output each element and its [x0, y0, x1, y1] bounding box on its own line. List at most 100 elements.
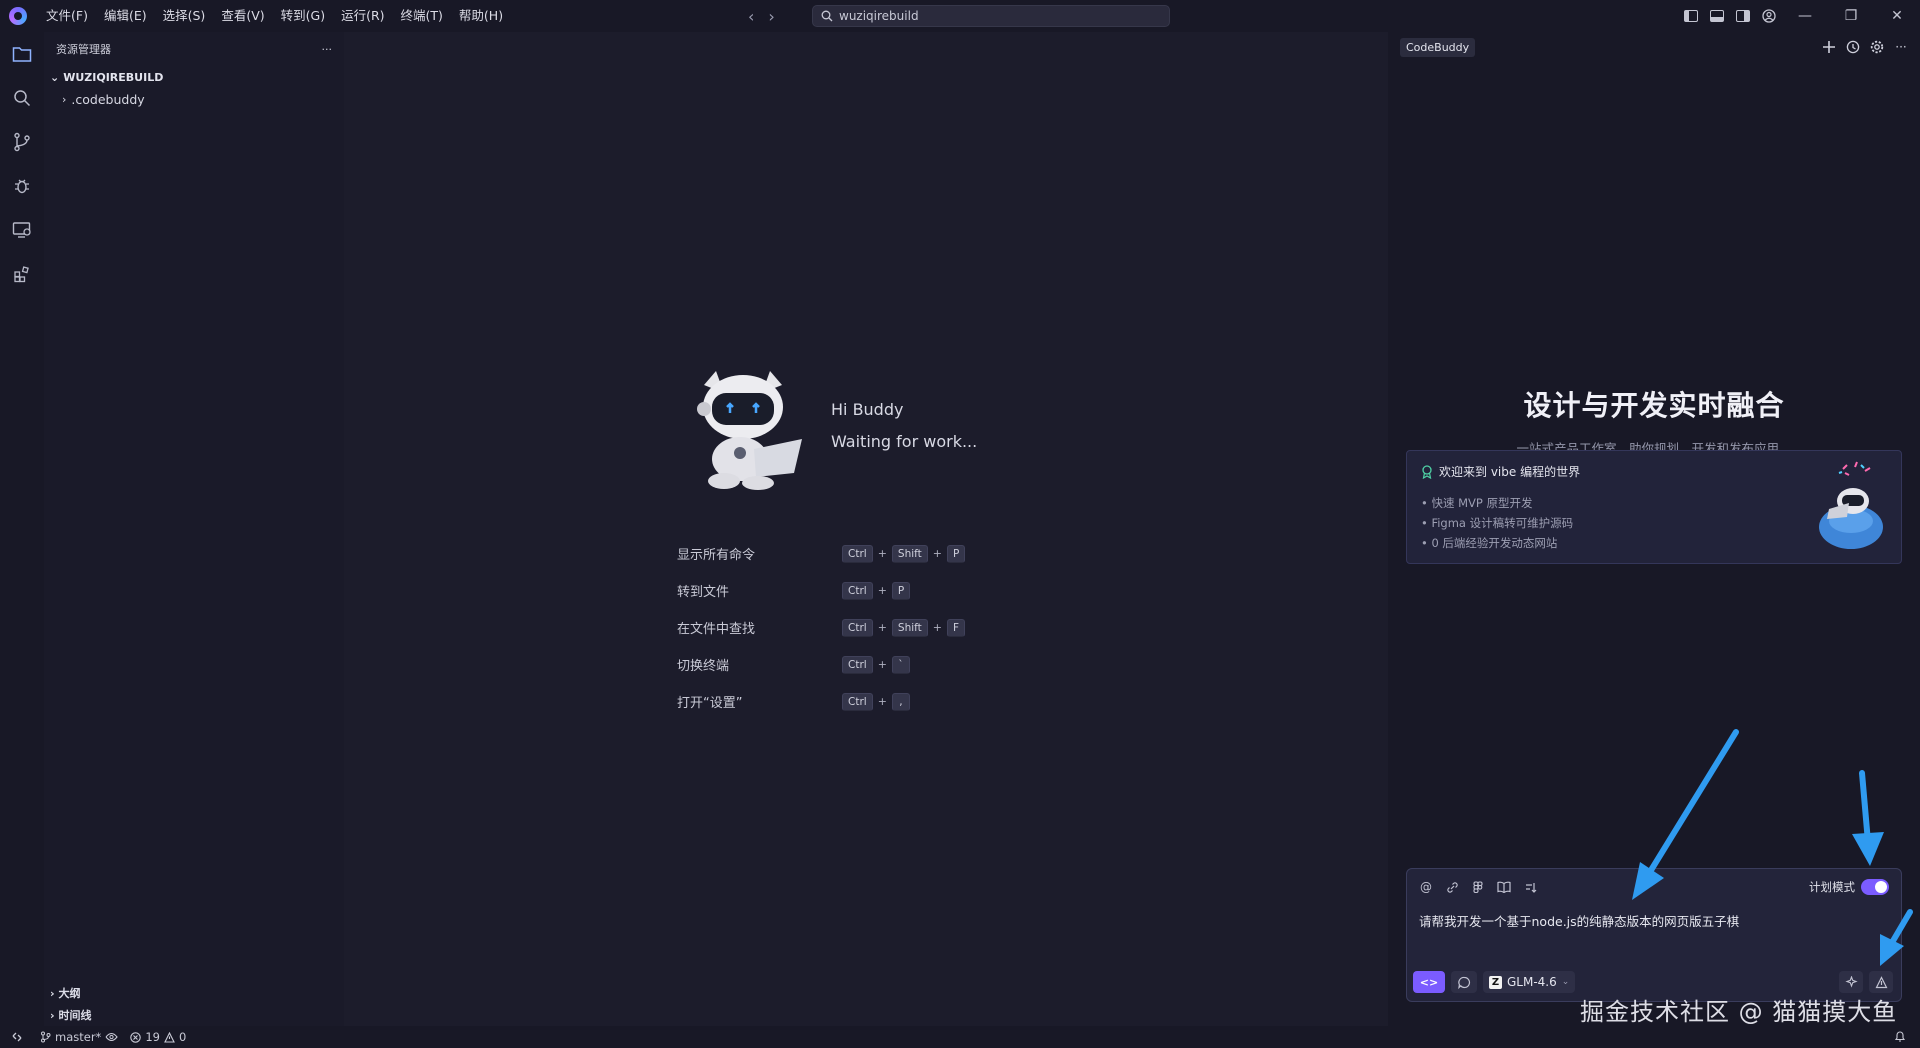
menu-edit[interactable]: 编辑(E): [96, 0, 155, 32]
new-chat-icon[interactable]: [1822, 40, 1836, 54]
chevron-right-icon: ›: [50, 986, 55, 1000]
shortcut-keys: Ctrl + P: [842, 581, 911, 600]
restore-icon[interactable]: ❐: [1828, 0, 1874, 32]
chat-mode-button[interactable]: [1451, 971, 1477, 993]
more-icon[interactable]: ···: [1894, 40, 1908, 54]
shortcut-keys: Ctrl + ,: [842, 692, 910, 711]
settings-gear-icon[interactable]: [1870, 40, 1884, 54]
search-icon: [821, 10, 833, 22]
key-cap: F: [947, 618, 966, 637]
close-icon[interactable]: ✕: [1874, 0, 1920, 32]
tree-item-codebuddy[interactable]: › .codebuddy: [44, 88, 344, 110]
watermark: 掘金技术社区 @ 猫猫摸大鱼: [1580, 998, 1898, 1026]
history-icon[interactable]: [1846, 40, 1860, 54]
shortcut-row[interactable]: 打开“设置” Ctrl + ,: [677, 683, 965, 720]
menu-file[interactable]: 文件(F): [38, 0, 96, 32]
shortcut-row[interactable]: 显示所有命令 Ctrl + Shift + P: [677, 535, 966, 572]
composer-bottom-right: [1839, 971, 1893, 993]
shortcut-label: 在文件中查找: [677, 622, 756, 637]
composer-bottom-left: <> Z GLM-4.6 ⌄: [1413, 971, 1576, 993]
source-control-icon[interactable]: [0, 126, 44, 158]
composer-tools: @: [1419, 880, 1537, 894]
sidebar-more-icon[interactable]: ···: [322, 43, 333, 56]
menu-run[interactable]: 运行(R): [333, 0, 392, 32]
key-cap: Shift: [891, 618, 928, 637]
search-sidebar-icon[interactable]: [0, 82, 44, 114]
welcome-card-title: 欢迎来到 vibe 编程的世界: [1421, 463, 1580, 480]
remote-indicator-icon[interactable]: [0, 1026, 34, 1048]
shortcut-label: 打开“设置”: [677, 696, 743, 711]
chevron-right-icon: ›: [62, 92, 67, 106]
welcome-card-list: 快速 MVP 原型开发 Figma 设计稿转可维护源码 0 后端经验开发动态网站: [1421, 493, 1573, 553]
toggle-secondary-sidebar-icon[interactable]: [1730, 0, 1756, 32]
plan-mode-toggle[interactable]: [1861, 879, 1889, 895]
command-center-search[interactable]: wuziqirebuild: [812, 5, 1170, 27]
shortcut-keys: Ctrl + `: [842, 655, 910, 674]
zhipu-logo-icon: Z: [1489, 975, 1502, 989]
explorer-icon[interactable]: [0, 38, 44, 70]
welcome-card[interactable]: 欢迎来到 vibe 编程的世界 快速 MVP 原型开发 Figma 设计稿转可维…: [1406, 450, 1902, 564]
extensions-icon[interactable]: [0, 258, 44, 290]
send-icon: [1875, 975, 1887, 988]
forward-arrow-icon[interactable]: ›: [768, 7, 774, 26]
book-icon[interactable]: [1497, 880, 1511, 894]
model-selector[interactable]: Z GLM-4.6 ⌄: [1483, 971, 1576, 993]
error-count: 19: [145, 1030, 160, 1044]
rules-icon[interactable]: [1523, 880, 1537, 894]
robot-cat-mascot-icon: [697, 371, 802, 490]
sidebar-title: 资源管理器: [56, 43, 111, 56]
model-name: GLM-4.6: [1507, 975, 1557, 989]
menu-help[interactable]: 帮助(H): [451, 0, 511, 32]
badge-icon: [1422, 464, 1432, 479]
link-icon[interactable]: [1445, 880, 1459, 894]
prompt-input[interactable]: 请帮我开发一个基于node.js的纯静态版本的网页版五子棋: [1419, 911, 1739, 930]
tree-item-label: .codebuddy: [71, 91, 145, 107]
toggle-panel-icon[interactable]: [1704, 0, 1730, 32]
menu-go[interactable]: 转到(G): [273, 0, 333, 32]
sidebar-bottom-sections: › 大纲 › 时间线: [44, 982, 344, 1026]
notifications-bell-icon[interactable]: [1894, 1030, 1906, 1046]
branch-status[interactable]: master*: [34, 1030, 124, 1044]
menu-terminal[interactable]: 终端(T): [393, 0, 451, 32]
shortcut-list: 显示所有命令 Ctrl + Shift + P 转到文件 Ctrl + P 在文件中查…: [677, 535, 966, 720]
sync-eye-icon: [105, 1032, 119, 1042]
shortcut-row[interactable]: 转到文件 Ctrl + P: [677, 572, 965, 609]
enhance-prompt-button[interactable]: [1839, 971, 1863, 993]
shortcut-label: 显示所有命令: [677, 548, 756, 563]
problems-status[interactable]: 19 0: [124, 1030, 192, 1044]
shortcut-keys: Ctrl + Shift + F: [842, 618, 966, 637]
outline-section[interactable]: › 大纲: [44, 982, 344, 1004]
workspace-root[interactable]: ⌄ WUZIQIREBUILD: [44, 66, 344, 88]
back-arrow-icon[interactable]: ‹: [748, 7, 754, 26]
send-button[interactable]: [1869, 971, 1893, 993]
timeline-section[interactable]: › 时间线: [44, 1004, 344, 1026]
shortcut-row[interactable]: 切换终端 Ctrl + `: [677, 646, 965, 683]
plan-mode-toggle-wrap: 计划模式: [1809, 879, 1889, 895]
greeting-line-2: Waiting for work...: [831, 432, 978, 451]
code-mode-button[interactable]: <>: [1413, 971, 1445, 993]
account-icon[interactable]: [1756, 0, 1782, 32]
menu-view[interactable]: 查看(V): [213, 0, 272, 32]
list-item: Figma 设计稿转可维护源码: [1421, 513, 1573, 533]
key-cap: `: [891, 655, 910, 674]
shortcut-label: 转到文件: [677, 585, 730, 600]
list-item: 快速 MVP 原型开发: [1421, 493, 1573, 513]
warning-icon: [164, 1031, 175, 1043]
figma-icon[interactable]: [1471, 880, 1485, 894]
remote-explorer-icon[interactable]: [0, 214, 44, 246]
branch-icon: [41, 1031, 51, 1043]
toggle-primary-sidebar-icon[interactable]: [1678, 0, 1704, 32]
chat-bubble-icon: [1457, 976, 1470, 989]
codebuddy-panel: CodeBuddy ··· 设计与开发实时融合 一站式产品工作室，助你规划、开发…: [1388, 32, 1920, 1026]
mention-icon[interactable]: @: [1419, 880, 1433, 894]
activity-bar: [0, 32, 44, 1026]
branch-name: master*: [55, 1030, 102, 1044]
run-debug-icon[interactable]: [0, 170, 44, 202]
codebuddy-tab[interactable]: CodeBuddy: [1400, 38, 1476, 57]
minimize-icon[interactable]: —: [1782, 0, 1828, 32]
shortcut-row[interactable]: 在文件中查找 Ctrl + Shift + F: [677, 609, 966, 646]
error-icon: [130, 1031, 142, 1043]
status-bar: master* 19 0: [0, 1026, 1920, 1048]
menu-selection[interactable]: 选择(S): [155, 0, 214, 32]
hero-title: 设计与开发实时融合: [1523, 389, 1785, 422]
